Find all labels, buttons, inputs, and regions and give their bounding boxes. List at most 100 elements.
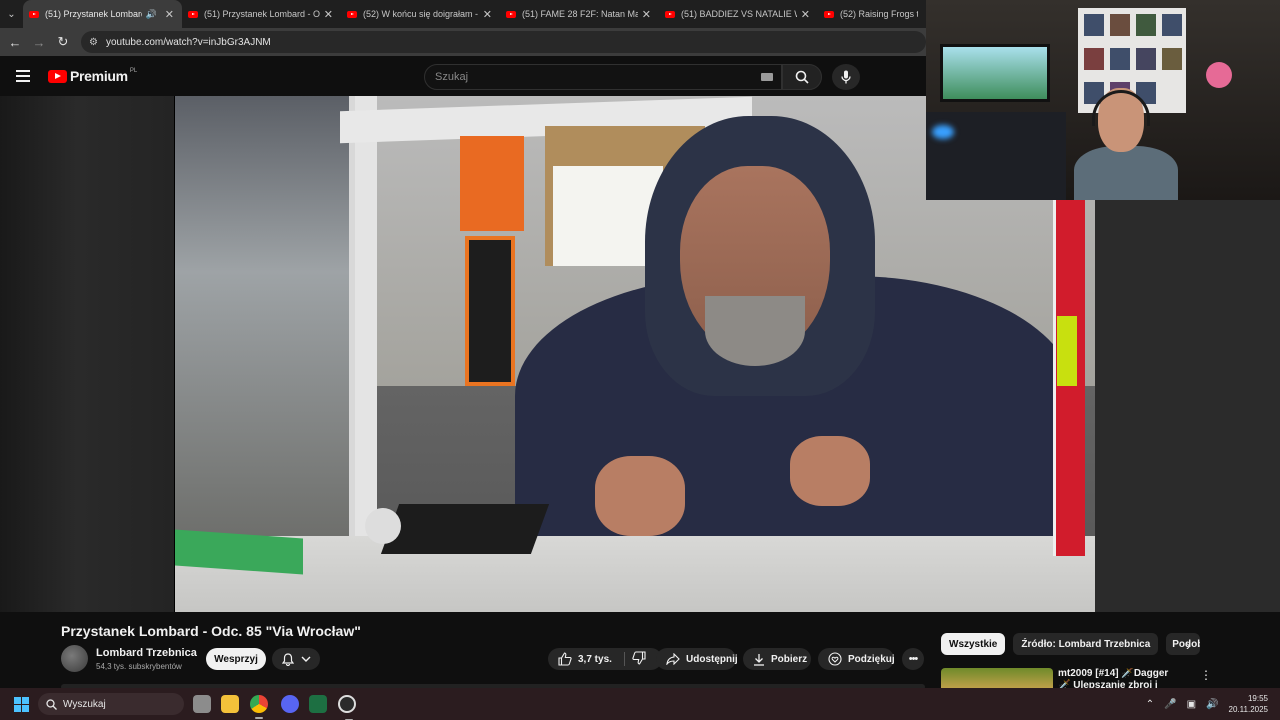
share-label: Udostępnij bbox=[686, 653, 738, 665]
tab-title: (51) Przystanek Lombard - Odc bbox=[204, 9, 320, 19]
like-button[interactable] bbox=[558, 652, 572, 666]
tab-close-icon[interactable]: ✕ bbox=[483, 8, 492, 21]
chip-source-channel[interactable]: Źródło: Lombard Trzebnica bbox=[1013, 633, 1159, 655]
more-actions-button[interactable]: ••• bbox=[902, 648, 924, 670]
search-input[interactable]: Szukaj bbox=[424, 64, 782, 90]
subscriber-count: 54,3 tys. subskrybentów bbox=[96, 662, 182, 671]
browser-toolbar: ← → ↻ ⚙ youtube.com/watch?v=inJbGr3AJNM bbox=[0, 28, 926, 56]
youtube-premium-logo[interactable]: Premium PL bbox=[48, 68, 137, 84]
chip-similar[interactable]: Podob bbox=[1166, 633, 1201, 655]
download-label: Pobierz bbox=[771, 653, 808, 665]
thanks-button[interactable]: Podziękuj bbox=[818, 648, 895, 670]
thumbs-down-icon bbox=[632, 651, 646, 665]
webcam-overlay bbox=[926, 0, 1280, 200]
windows-taskbar: Wyszukaj ⌃ 🎤 ▣ 🔊 19:55 20.11.2025 bbox=[0, 688, 1280, 720]
site-info-icon[interactable]: ⚙ bbox=[89, 37, 98, 48]
menu-icon[interactable] bbox=[16, 70, 30, 85]
download-icon bbox=[754, 653, 764, 666]
video-details: Przystanek Lombard - Odc. 85 "Via Wrocła… bbox=[0, 612, 1280, 690]
tab-close-icon[interactable]: ✕ bbox=[165, 8, 174, 21]
super-thanks-icon bbox=[828, 652, 842, 666]
system-tray: ⌃ 🎤 ▣ 🔊 19:55 20.11.2025 bbox=[1146, 688, 1280, 720]
subscription-bell-button[interactable] bbox=[272, 648, 320, 670]
file-explorer-icon[interactable] bbox=[221, 695, 239, 713]
youtube-favicon-icon bbox=[347, 10, 357, 18]
url-text: youtube.com/watch?v=inJbGr3AJNM bbox=[105, 36, 271, 48]
voice-search-button[interactable] bbox=[832, 64, 860, 90]
tab-title: (52) W końcu się doigrałam - w bbox=[363, 9, 479, 19]
recommendation-thumbnail[interactable] bbox=[941, 668, 1053, 690]
tab-title: (51) BADDIEZ VS NATALIE WAY bbox=[681, 9, 797, 19]
like-count: 3,7 tys. bbox=[578, 653, 612, 665]
chip-all[interactable]: Wszystkie bbox=[941, 633, 1006, 655]
windows-start-icon[interactable] bbox=[14, 697, 29, 712]
share-icon bbox=[666, 653, 680, 665]
more-vertical-icon[interactable]: ⋮ bbox=[1200, 668, 1212, 682]
volume-icon[interactable]: 🔊 bbox=[1206, 699, 1218, 710]
youtube-favicon-icon bbox=[188, 10, 198, 18]
screen: ⌄ (51) Przystanek Lombard - O 🔊 ✕ (51) P… bbox=[0, 0, 1280, 720]
youtube-masthead: Premium PL Szukaj bbox=[0, 56, 926, 96]
video-title: Przystanek Lombard - Odc. 85 "Via Wrocła… bbox=[61, 623, 361, 639]
chevron-down-icon bbox=[301, 656, 310, 662]
search-icon bbox=[795, 70, 809, 84]
recommendation-title[interactable]: mt2009 [#14] 🗡️Dagger🗡️ Ulepszanie zbroi… bbox=[1058, 668, 1176, 690]
tab-search-chevron-icon[interactable]: ⌄ bbox=[0, 0, 23, 28]
bell-icon bbox=[281, 652, 294, 666]
youtube-favicon-icon bbox=[824, 10, 834, 18]
search-placeholder: Szukaj bbox=[435, 71, 469, 83]
download-button[interactable]: Pobierz bbox=[743, 648, 811, 670]
support-button[interactable]: Wesprzyj bbox=[206, 648, 266, 670]
like-dislike-group: 3,7 tys. bbox=[548, 648, 662, 670]
channel-avatar[interactable] bbox=[61, 645, 88, 672]
youtube-favicon-icon bbox=[665, 10, 675, 18]
taskbar-search-label: Wyszukaj bbox=[63, 698, 106, 710]
excel-icon[interactable] bbox=[309, 695, 327, 713]
browser-tab[interactable]: (51) BADDIEZ VS NATALIE WAY ✕ bbox=[659, 0, 818, 28]
share-button[interactable]: Udostępnij bbox=[656, 648, 738, 670]
tab-title: (51) FAME 28 F2F: Natan Marco bbox=[522, 9, 638, 19]
logo-region-text: PL bbox=[129, 68, 138, 74]
recommendation-filter-chips: Wszystkie Źródło: Lombard Trzebnica Podo… bbox=[941, 633, 1201, 655]
obs-icon[interactable] bbox=[338, 695, 356, 720]
tab-title: (52) Raising Frogs to Pla bbox=[840, 9, 918, 19]
browser-tab[interactable]: (52) W końcu się doigrałam - w ✕ bbox=[341, 0, 500, 28]
tab-close-icon[interactable]: ✕ bbox=[801, 8, 810, 21]
microphone-icon[interactable]: 🎤 bbox=[1164, 699, 1176, 710]
microphone-icon bbox=[841, 70, 851, 84]
tab-close-icon[interactable]: ✕ bbox=[324, 8, 333, 21]
youtube-favicon-icon bbox=[29, 10, 39, 18]
browser-tab[interactable]: (52) Raising Frogs to Pla bbox=[818, 0, 926, 28]
speaker-icon[interactable]: 🔊 bbox=[146, 9, 157, 20]
browser-tab[interactable]: (51) Przystanek Lombard - Odc ✕ bbox=[182, 0, 341, 28]
search-button[interactable] bbox=[782, 64, 822, 90]
keyboard-icon[interactable] bbox=[761, 73, 773, 81]
thanks-label: Podziękuj bbox=[848, 653, 895, 665]
reload-icon[interactable]: ↻ bbox=[51, 34, 75, 50]
back-arrow-icon[interactable]: ← bbox=[3, 35, 27, 50]
address-bar[interactable]: ⚙ youtube.com/watch?v=inJbGr3AJNM bbox=[81, 31, 926, 53]
network-icon[interactable]: ▣ bbox=[1187, 699, 1196, 710]
tab-title: (51) Przystanek Lombard - O bbox=[45, 9, 142, 19]
clock-time: 19:55 bbox=[1247, 694, 1268, 703]
forward-arrow-icon[interactable]: → bbox=[27, 35, 51, 50]
clock-date: 20.11.2025 bbox=[1228, 705, 1268, 714]
more-horizontal-icon: ••• bbox=[908, 653, 919, 665]
browser-tab[interactable]: (51) Przystanek Lombard - O 🔊 ✕ bbox=[23, 0, 182, 28]
chevron-right-icon[interactable]: › bbox=[1186, 637, 1191, 653]
youtube-favicon-icon bbox=[506, 10, 516, 18]
discord-icon[interactable] bbox=[281, 695, 299, 713]
dislike-button[interactable] bbox=[632, 651, 646, 668]
chevron-up-icon[interactable]: ⌃ bbox=[1146, 699, 1154, 710]
taskbar-search[interactable]: Wyszukaj bbox=[38, 693, 184, 715]
tab-close-icon[interactable]: ✕ bbox=[642, 8, 651, 21]
logo-brand-text: Premium bbox=[70, 68, 128, 84]
browser-tab[interactable]: (51) FAME 28 F2F: Natan Marco ✕ bbox=[500, 0, 659, 28]
chrome-icon[interactable] bbox=[250, 695, 268, 719]
channel-name[interactable]: Lombard Trzebnica bbox=[96, 647, 197, 659]
youtube-play-logo-icon bbox=[48, 69, 67, 83]
task-view-icon[interactable] bbox=[193, 695, 211, 713]
thumbs-up-icon bbox=[558, 652, 572, 666]
search-icon bbox=[46, 698, 57, 710]
clock[interactable]: 19:55 20.11.2025 bbox=[1229, 693, 1268, 715]
